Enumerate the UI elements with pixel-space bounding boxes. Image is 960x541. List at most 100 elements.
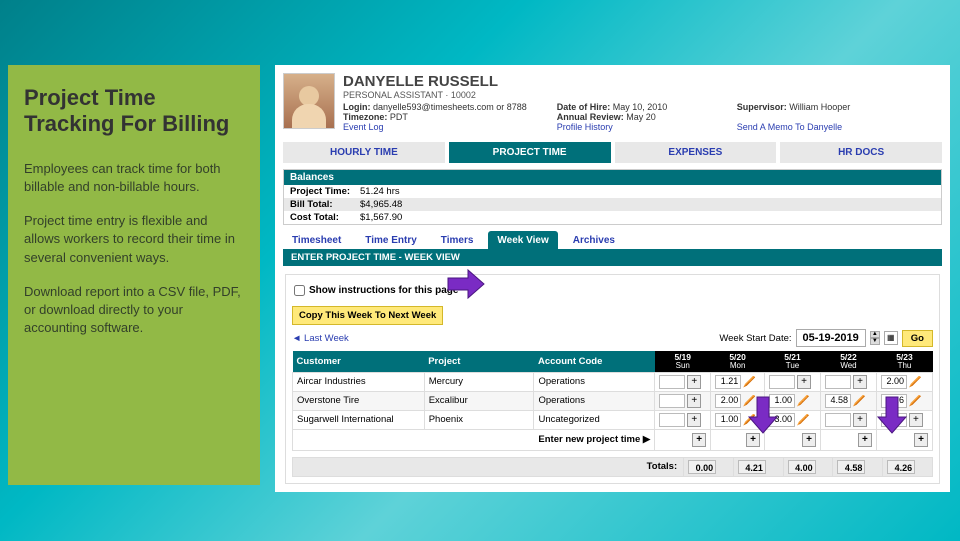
edit-icon[interactable] bbox=[743, 395, 755, 407]
total-2: 4.00 bbox=[788, 460, 816, 474]
hours-input[interactable] bbox=[881, 413, 907, 427]
hours-input[interactable]: 2.26 bbox=[881, 394, 907, 408]
add-entry-button[interactable]: + bbox=[687, 375, 701, 389]
stepper-down-icon[interactable]: ▼ bbox=[870, 338, 880, 345]
timesheet-app: DANYELLE RUSSELL PERSONAL ASSISTANT · 10… bbox=[275, 65, 950, 492]
add-entry-button[interactable]: + bbox=[853, 375, 867, 389]
add-entry-button[interactable]: + bbox=[853, 413, 867, 427]
project-time-value: 51.24 hrs bbox=[360, 186, 400, 197]
calendar-icon[interactable]: ▦ bbox=[884, 331, 898, 345]
add-entry-button[interactable]: + bbox=[802, 433, 816, 447]
hours-input[interactable]: 3.00 bbox=[769, 413, 795, 427]
add-entry-button[interactable]: + bbox=[858, 433, 872, 447]
col-account: Account Code bbox=[534, 351, 655, 372]
hours-input[interactable] bbox=[769, 375, 795, 389]
sup-label: Supervisor: bbox=[737, 102, 787, 112]
cell-customer: Sugarwell International bbox=[293, 410, 425, 429]
hours-input[interactable]: 2.00 bbox=[715, 394, 741, 408]
copy-week-button[interactable]: Copy This Week To Next Week bbox=[292, 306, 443, 325]
add-entry-button[interactable]: + bbox=[909, 413, 923, 427]
section-title: ENTER PROJECT TIME - WEEK VIEW bbox=[283, 249, 942, 266]
avatar bbox=[283, 73, 335, 129]
time-grid: Customer Project Account Code 5/19Sun 5/… bbox=[292, 351, 933, 451]
bill-total-value: $4,965.48 bbox=[360, 199, 402, 210]
subtab-week-view[interactable]: Week View bbox=[488, 231, 557, 249]
subtab-time-entry[interactable]: Time Entry bbox=[356, 231, 426, 249]
employee-header: DANYELLE RUSSELL PERSONAL ASSISTANT · 10… bbox=[275, 65, 950, 138]
cell-project: Phoenix bbox=[424, 410, 534, 429]
hours-input[interactable] bbox=[659, 375, 685, 389]
promo-panel: Project Time Tracking For Billing Employ… bbox=[8, 65, 260, 485]
edit-icon[interactable] bbox=[743, 376, 755, 388]
hours-input[interactable] bbox=[825, 413, 851, 427]
instructions-label: Show instructions for this page bbox=[309, 285, 458, 296]
date-stepper[interactable]: ▲▼ bbox=[870, 331, 880, 345]
send-memo-link[interactable]: Send A Memo To Danyelle bbox=[737, 122, 887, 132]
col-day-2: 5/21Tue bbox=[765, 351, 821, 372]
balances-header: Balances bbox=[284, 170, 941, 185]
promo-title: Project Time Tracking For Billing bbox=[24, 85, 244, 138]
hours-input[interactable]: 1.00 bbox=[715, 413, 741, 427]
col-day-3: 5/22Wed bbox=[820, 351, 876, 372]
table-row: Sugarwell International Phoenix Uncatego… bbox=[293, 410, 933, 429]
instructions-checkbox[interactable] bbox=[294, 285, 305, 296]
edit-icon[interactable] bbox=[743, 414, 755, 426]
edit-icon[interactable] bbox=[797, 395, 809, 407]
instructions-toggle[interactable]: Show instructions for this page bbox=[292, 281, 933, 306]
last-week-link[interactable]: ◄ Last Week bbox=[292, 333, 349, 344]
add-entry-button[interactable]: + bbox=[797, 375, 811, 389]
week-view-content: Show instructions for this page Copy Thi… bbox=[285, 274, 940, 484]
profile-history-link[interactable]: Profile History bbox=[557, 122, 707, 132]
hours-input[interactable] bbox=[659, 413, 685, 427]
hours-input[interactable] bbox=[825, 375, 851, 389]
hours-input[interactable]: 1.00 bbox=[769, 394, 795, 408]
hours-input[interactable]: 4.58 bbox=[825, 394, 851, 408]
edit-icon[interactable] bbox=[909, 395, 921, 407]
event-log-link[interactable]: Event Log bbox=[343, 122, 527, 132]
employee-info: DANYELLE RUSSELL PERSONAL ASSISTANT · 10… bbox=[343, 73, 942, 132]
add-entry-button[interactable]: + bbox=[746, 433, 760, 447]
login-label: Login: bbox=[343, 102, 371, 112]
table-row: Overstone Tire Excalibur Operations+2.00… bbox=[293, 391, 933, 410]
review-label: Annual Review: bbox=[557, 112, 624, 122]
cell-customer: Aircar Industries bbox=[293, 372, 425, 391]
tab-hr-docs[interactable]: HR DOCS bbox=[780, 142, 942, 163]
tab-expenses[interactable]: EXPENSES bbox=[615, 142, 777, 163]
subtab-archives[interactable]: Archives bbox=[564, 231, 624, 249]
hours-input[interactable]: 2.00 bbox=[881, 375, 907, 389]
add-entry-button[interactable]: + bbox=[914, 433, 928, 447]
hours-input[interactable] bbox=[659, 394, 685, 408]
sub-tabs: Timesheet Time Entry Timers Week View Ar… bbox=[275, 225, 950, 249]
col-day-0: 5/19Sun bbox=[655, 351, 711, 372]
col-day-4: 5/23Thu bbox=[876, 351, 932, 372]
total-0: 0.00 bbox=[688, 460, 716, 474]
cost-total-label: Cost Total: bbox=[290, 212, 360, 223]
week-nav: ◄ Last Week Week Start Date: 05-19-2019 … bbox=[292, 329, 933, 347]
week-start-label: Week Start Date: bbox=[719, 333, 791, 344]
cell-project: Mercury bbox=[424, 372, 534, 391]
add-entry-button[interactable]: + bbox=[687, 394, 701, 408]
cell-account: Operations bbox=[534, 391, 655, 410]
add-entry-button[interactable]: + bbox=[687, 413, 701, 427]
cell-account: Uncategorized bbox=[534, 410, 655, 429]
go-button[interactable]: Go bbox=[902, 330, 933, 347]
hire-value: May 10, 2010 bbox=[613, 102, 668, 112]
promo-p1: Employees can track time for both billab… bbox=[24, 160, 244, 196]
stepper-up-icon[interactable]: ▲ bbox=[870, 331, 880, 338]
promo-p3: Download report into a CSV file, PDF, or… bbox=[24, 283, 244, 338]
edit-icon[interactable] bbox=[853, 395, 865, 407]
cell-project: Excalibur bbox=[424, 391, 534, 410]
sup-value: William Hooper bbox=[789, 102, 850, 112]
week-start-date[interactable]: 05-19-2019 bbox=[796, 329, 866, 347]
edit-icon[interactable] bbox=[797, 414, 809, 426]
subtab-timesheet[interactable]: Timesheet bbox=[283, 231, 350, 249]
add-entry-button[interactable]: + bbox=[692, 433, 706, 447]
hours-input[interactable]: 1.21 bbox=[715, 375, 741, 389]
subtab-timers[interactable]: Timers bbox=[432, 231, 483, 249]
tab-hourly-time[interactable]: HOURLY TIME bbox=[283, 142, 445, 163]
edit-icon[interactable] bbox=[909, 376, 921, 388]
tab-project-time[interactable]: PROJECT TIME bbox=[449, 142, 611, 163]
total-3: 4.58 bbox=[837, 460, 865, 474]
tz-value: PDT bbox=[390, 112, 408, 122]
total-1: 4.21 bbox=[738, 460, 766, 474]
